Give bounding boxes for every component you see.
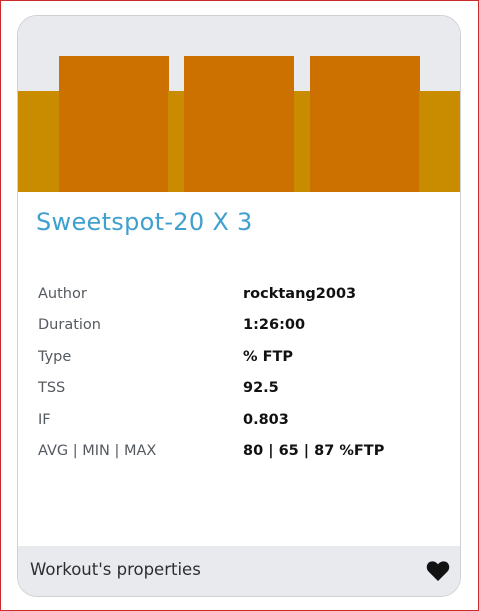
property-value: 80 | 65 | 87 %FTP <box>243 443 385 460</box>
profile-segment-6 <box>309 56 420 192</box>
property-value: 0.803 <box>243 411 289 428</box>
property-row-if: IF 0.803 <box>38 404 448 436</box>
property-value: 92.5 <box>243 380 279 397</box>
property-value: rocktang2003 <box>243 285 357 302</box>
workout-properties-table: Author rocktang2003 Duration 1:26:00 Typ… <box>38 278 448 467</box>
property-value: 1:26:00 <box>243 317 306 334</box>
card-footer: Workout's properties <box>18 546 460 596</box>
profile-segment-1 <box>18 90 60 192</box>
property-label: Author <box>38 285 87 302</box>
property-label: TSS <box>38 380 66 397</box>
workout-title[interactable]: Sweetspot-20 X 3 <box>36 208 253 236</box>
property-row-avg-min-max: AVG | MIN | MAX 80 | 65 | 87 %FTP <box>38 436 448 468</box>
property-label: AVG | MIN | MAX <box>38 443 157 460</box>
property-label: Duration <box>38 317 101 334</box>
workout-profile-chart <box>18 16 460 192</box>
profile-segment-2 <box>58 56 169 192</box>
profile-segment-5 <box>293 90 311 192</box>
property-value: % FTP <box>243 348 293 365</box>
property-row-tss: TSS 92.5 <box>38 373 448 405</box>
property-row-duration: Duration 1:26:00 <box>38 310 448 342</box>
workout-card[interactable]: Sweetspot-20 X 3 Author rocktang2003 Dur… <box>17 15 461 597</box>
heart-icon-glyph <box>426 561 450 581</box>
heart-icon[interactable] <box>426 560 450 582</box>
property-label: Type <box>38 348 72 365</box>
profile-segment-7 <box>419 90 460 192</box>
workout-properties-link[interactable]: Workout's properties <box>30 560 201 579</box>
property-row-type: Type % FTP <box>38 341 448 373</box>
profile-segment-3 <box>168 90 185 192</box>
profile-segment-4 <box>184 56 295 192</box>
property-row-author: Author rocktang2003 <box>38 278 448 310</box>
property-label: IF <box>38 411 51 428</box>
